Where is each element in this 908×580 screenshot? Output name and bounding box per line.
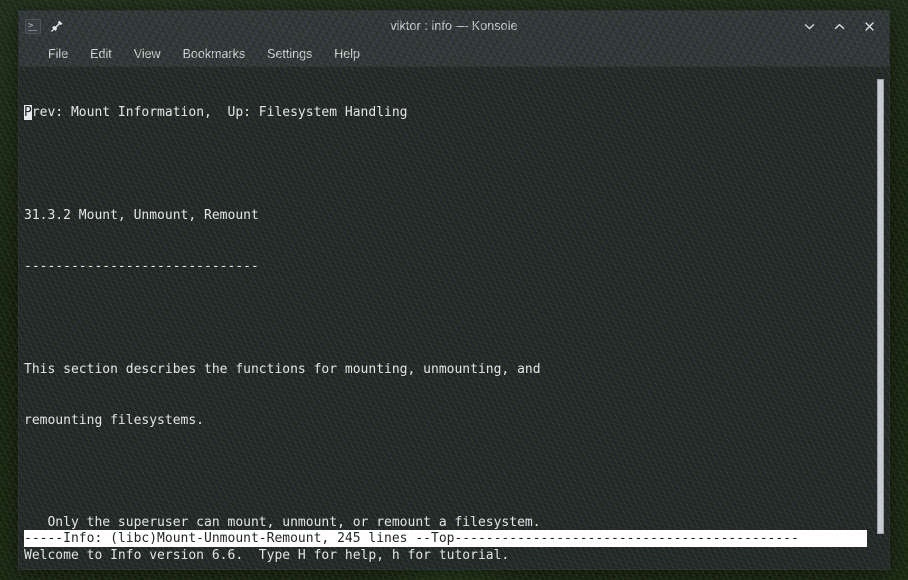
terminal-line: 31.3.2 Mount, Unmount, Remount [24, 207, 867, 224]
menu-item-view[interactable]: View [123, 45, 172, 63]
pin-icon[interactable] [50, 19, 64, 33]
terminal-line: remounting filesystems. [24, 412, 867, 429]
menu-item-settings[interactable]: Settings [256, 45, 323, 63]
terminal-line: This section describes the functions for… [24, 361, 867, 378]
window-title: viktor : info — Konsole [390, 19, 518, 33]
scrollbar-thumb[interactable] [877, 79, 884, 534]
window-titlebar[interactable]: viktor : info — Konsole [19, 11, 889, 41]
terminal-line-text: Only the superuser can mount, unmount, o… [24, 515, 541, 531]
close-icon[interactable] [861, 18, 877, 34]
chevron-up-icon[interactable] [831, 18, 847, 34]
menu-item-help[interactable]: Help [323, 45, 371, 63]
terminal-line-text: ------------------------------ [24, 259, 259, 275]
menu-item-bookmarks[interactable]: Bookmarks [172, 45, 257, 63]
menu-item-file[interactable]: File [41, 45, 79, 63]
info-status-line: -----Info: (libc)Mount-Unmount-Remount, … [24, 530, 867, 547]
konsole-window: viktor : info — Konsole [18, 10, 890, 570]
terminal-area[interactable]: Prev: Mount Information, Up: Filesystem … [19, 67, 889, 569]
terminal-line-text: This section describes the functions for… [24, 361, 541, 377]
terminal-line-text: rev: Mount Information, Up: Filesystem H… [31, 105, 408, 121]
desktop-background: viktor : info — Konsole [0, 0, 908, 580]
terminal-line-text: remounting filesystems. [24, 412, 205, 428]
menubar: File Edit View Bookmarks Settings Help [19, 41, 889, 67]
menu-item-edit[interactable]: Edit [79, 45, 123, 63]
chevron-down-icon[interactable] [801, 18, 817, 34]
terminal-line: ------------------------------ [24, 258, 867, 275]
terminal-icon[interactable] [25, 18, 41, 34]
text-cursor: P [24, 105, 32, 121]
vertical-scrollbar[interactable] [877, 67, 884, 569]
window-controls [801, 18, 883, 34]
terminal-line-text: 31.3.2 Mount, Unmount, Remount [24, 207, 259, 223]
info-echo-line: Welcome to Info version 6.6. Type H for … [24, 548, 510, 563]
terminal-line: Only the superuser can mount, unmount, o… [24, 514, 867, 531]
terminal-line: Prev: Mount Information, Up: Filesystem … [24, 104, 867, 121]
terminal-text: Prev: Mount Information, Up: Filesystem … [24, 70, 867, 569]
titlebar-left-icons [25, 18, 64, 34]
